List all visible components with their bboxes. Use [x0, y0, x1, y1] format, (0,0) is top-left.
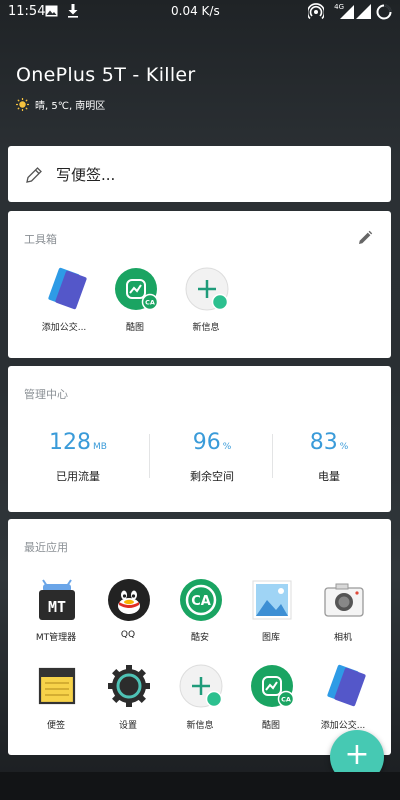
signal-4g-icon — [340, 5, 354, 19]
device-title: OnePlus 5T - Killer — [16, 64, 196, 86]
app-label: 新信息 — [186, 721, 214, 731]
kutu-icon: CA — [115, 268, 158, 311]
app-label: 便签 — [46, 721, 65, 731]
management-title: 管理中心 — [24, 388, 68, 401]
transit-card-icon — [48, 267, 87, 310]
app-label: 酷图 — [261, 721, 280, 731]
status-bar: 11:54 0.04 K/s 4G — [0, 0, 400, 24]
app-label: 酷安 — [190, 633, 209, 643]
device-header: OnePlus 5T - Killer — [16, 64, 196, 86]
app-label: 相机 — [333, 633, 352, 643]
toolbox-title: 工具箱 — [24, 233, 57, 246]
stat-unit: % — [222, 442, 232, 452]
add-icon: + — [344, 737, 370, 772]
recent-apps-title: 最近应用 — [24, 541, 68, 554]
tool-label: 添加公交... — [41, 323, 87, 333]
svg-text:MT: MT — [48, 598, 66, 616]
stat-battery[interactable]: 83% 电量 — [269, 430, 389, 483]
app-label: 图库 — [261, 633, 280, 643]
tool-label: 酷图 — [125, 323, 144, 333]
battery-icon — [376, 4, 392, 20]
edit-icon[interactable] — [357, 230, 373, 246]
stat-storage[interactable]: 96% 剩余空间 — [152, 430, 272, 483]
stat-value: 96 — [192, 430, 221, 455]
download-icon — [68, 4, 78, 18]
stat-label: 已用流量 — [56, 470, 100, 483]
stat-unit: MB — [93, 442, 107, 452]
gallery-icon — [252, 580, 292, 620]
coolapk-icon: CA — [180, 579, 222, 621]
stat-value: 83 — [309, 430, 338, 455]
hotspot-icon — [308, 3, 324, 20]
divider — [149, 434, 150, 478]
new-message-icon — [185, 267, 229, 311]
toolbox-card: 工具箱 添加公交... CA 酷图 新信息 — [8, 211, 391, 358]
stat-label: 电量 — [318, 470, 340, 483]
status-time: 11:54 — [8, 4, 46, 19]
new-message-icon — [179, 664, 223, 708]
transit-card-icon — [327, 664, 366, 707]
sun-icon — [16, 98, 29, 111]
svg-text:CA: CA — [281, 696, 291, 704]
signal-icon — [356, 4, 371, 19]
app-label: 设置 — [118, 721, 137, 731]
svg-text:CA: CA — [145, 299, 155, 307]
weather-text: 晴, 5℃, 南明区 — [35, 101, 106, 112]
pencil-icon — [26, 167, 42, 183]
stat-unit: % — [339, 442, 349, 452]
stat-label: 剩余空间 — [190, 470, 234, 483]
qq-icon — [108, 579, 150, 621]
mt-manager-icon: MT — [39, 579, 75, 620]
recent-apps-card: 最近应用 MT MT管理器 QQ CA 酷安 图库 相机 便签 设置 新信息 C… — [8, 519, 391, 755]
app-label: 添加公交... — [320, 721, 366, 731]
memo-placeholder[interactable]: 写便签... — [56, 164, 115, 185]
management-card: 管理中心 128 MB 已用流量 96% 剩余空间 83% 电量 — [8, 366, 391, 512]
svg-text:CA: CA — [191, 594, 211, 609]
kutu-icon: CA — [251, 665, 294, 708]
app-label: QQ — [120, 630, 136, 640]
navigation-bar — [0, 772, 400, 800]
settings-icon — [108, 665, 150, 707]
notes-icon — [38, 667, 76, 705]
stat-value: 128 — [49, 430, 92, 455]
memo-card[interactable]: 写便签... — [8, 146, 391, 202]
image-notification-icon — [45, 5, 58, 17]
stat-data-usage[interactable]: 128 MB 已用流量 — [18, 430, 138, 483]
app-label: MT管理器 — [35, 633, 77, 643]
camera-icon — [324, 583, 364, 617]
network-speed: 0.04 K/s — [171, 4, 220, 18]
weather-row[interactable]: 晴, 5℃, 南明区 — [16, 97, 105, 112]
tool-label: 新信息 — [192, 323, 220, 333]
